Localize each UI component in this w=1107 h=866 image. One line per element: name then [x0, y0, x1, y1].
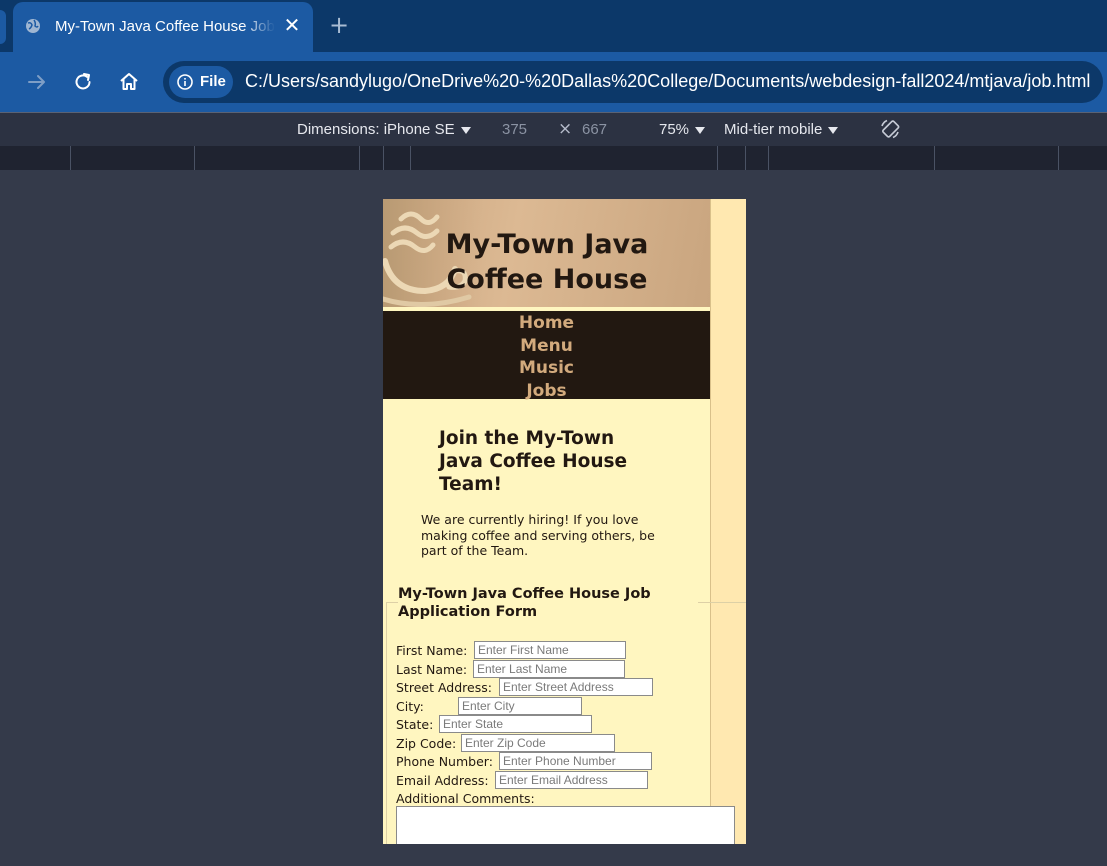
address-bar[interactable]: File C:/Users/sandylugo/OneDrive%20-%20D… — [163, 61, 1103, 103]
times-icon: × — [558, 119, 573, 139]
main-nav: Home Menu Music Jobs — [383, 311, 710, 401]
device-label: Dimensions: iPhone SE — [297, 121, 455, 138]
form-legend: My-Town Java Coffee House Job Applicatio… — [398, 585, 698, 621]
caret-down-icon — [460, 126, 471, 134]
forward-arrow-icon[interactable] — [24, 69, 50, 95]
phone-number-label: Phone Number: — [396, 754, 493, 769]
site-title: My-Town Java Coffee House — [445, 229, 649, 295]
url-text[interactable]: C:/Users/sandylugo/OneDrive%20-%20Dallas… — [245, 71, 1090, 92]
plus-icon[interactable]: + — [328, 13, 350, 37]
page-wrapper: My-Town Java Coffee House Home Menu Musi… — [383, 199, 746, 844]
caret-down-icon — [828, 126, 839, 134]
comments-textarea[interactable] — [396, 806, 735, 844]
device-selector[interactable]: Dimensions: iPhone SE — [297, 121, 471, 138]
site-header: My-Town Java Coffee House — [383, 199, 710, 307]
device-toolbar: Dimensions: iPhone SE × 75% Mid-tier mob… — [0, 112, 1107, 147]
street-address-input[interactable] — [499, 678, 653, 696]
media-query-divider — [70, 146, 71, 170]
state-label: State: — [396, 717, 434, 732]
email-address-label: Email Address: — [396, 773, 489, 788]
nav-link-jobs[interactable]: Jobs — [383, 380, 710, 403]
last-name-label: Last Name: — [396, 662, 468, 677]
reload-icon[interactable] — [70, 69, 96, 95]
toolbar: File C:/Users/sandylugo/OneDrive%20-%20D… — [0, 52, 1107, 112]
throttle-label: Mid-tier mobile — [724, 121, 823, 138]
media-query-divider — [717, 146, 718, 170]
globe-icon — [26, 19, 40, 33]
street-address-label: Street Address: — [396, 680, 492, 695]
media-query-divider — [768, 146, 769, 170]
comments-label: Additional Comments: — [396, 791, 535, 806]
active-tab[interactable]: My-Town Java Coffee House Job Applicatio… — [13, 2, 313, 52]
tab-strip: My-Town Java Coffee House Job Applicatio… — [0, 0, 1107, 52]
first-name-input[interactable] — [474, 641, 626, 659]
media-query-divider — [934, 146, 935, 170]
media-query-divider — [194, 146, 195, 170]
zoom-selector[interactable]: 75% — [659, 121, 706, 138]
caret-down-icon — [695, 126, 706, 134]
zip-code-label: Zip Code: — [396, 736, 457, 751]
throttle-selector[interactable]: Mid-tier mobile — [724, 121, 839, 138]
site-info-chip[interactable]: File — [169, 66, 233, 98]
city-label: City: — [396, 699, 424, 714]
page-heading: Join the My-Town Java Coffee House Team! — [439, 428, 628, 495]
media-query-bar — [0, 146, 1107, 170]
zoom-label: 75% — [659, 121, 690, 138]
media-query-divider — [1058, 146, 1059, 170]
nav-link-home[interactable]: Home — [383, 312, 710, 335]
intro-text: We are currently hiring! If you love mak… — [421, 512, 655, 558]
device-viewport: My-Town Java Coffee House Home Menu Musi… — [383, 199, 746, 844]
nav-link-music[interactable]: Music — [383, 357, 710, 380]
media-query-divider — [410, 146, 411, 170]
city-input[interactable] — [458, 697, 582, 715]
first-name-label: First Name: — [396, 643, 468, 658]
tab-title: My-Town Java Coffee House Job Applicatio… — [55, 18, 275, 35]
width-input[interactable] — [502, 121, 557, 138]
nav-link-menu[interactable]: Menu — [383, 335, 710, 358]
media-query-divider — [745, 146, 746, 170]
close-icon[interactable]: ✕ — [283, 14, 301, 36]
email-address-input[interactable] — [495, 771, 648, 789]
zip-code-input[interactable] — [461, 734, 615, 752]
height-input[interactable] — [582, 121, 637, 138]
media-query-divider — [383, 146, 384, 170]
phone-number-input[interactable] — [499, 752, 652, 770]
rotate-device-icon[interactable] — [878, 117, 902, 141]
last-name-input[interactable] — [473, 660, 625, 678]
home-icon[interactable] — [116, 69, 142, 95]
info-icon — [177, 74, 193, 90]
media-query-divider — [359, 146, 360, 170]
state-input[interactable] — [439, 715, 592, 733]
site-info-label: File — [200, 73, 226, 90]
previous-tab-edge[interactable] — [0, 10, 6, 44]
